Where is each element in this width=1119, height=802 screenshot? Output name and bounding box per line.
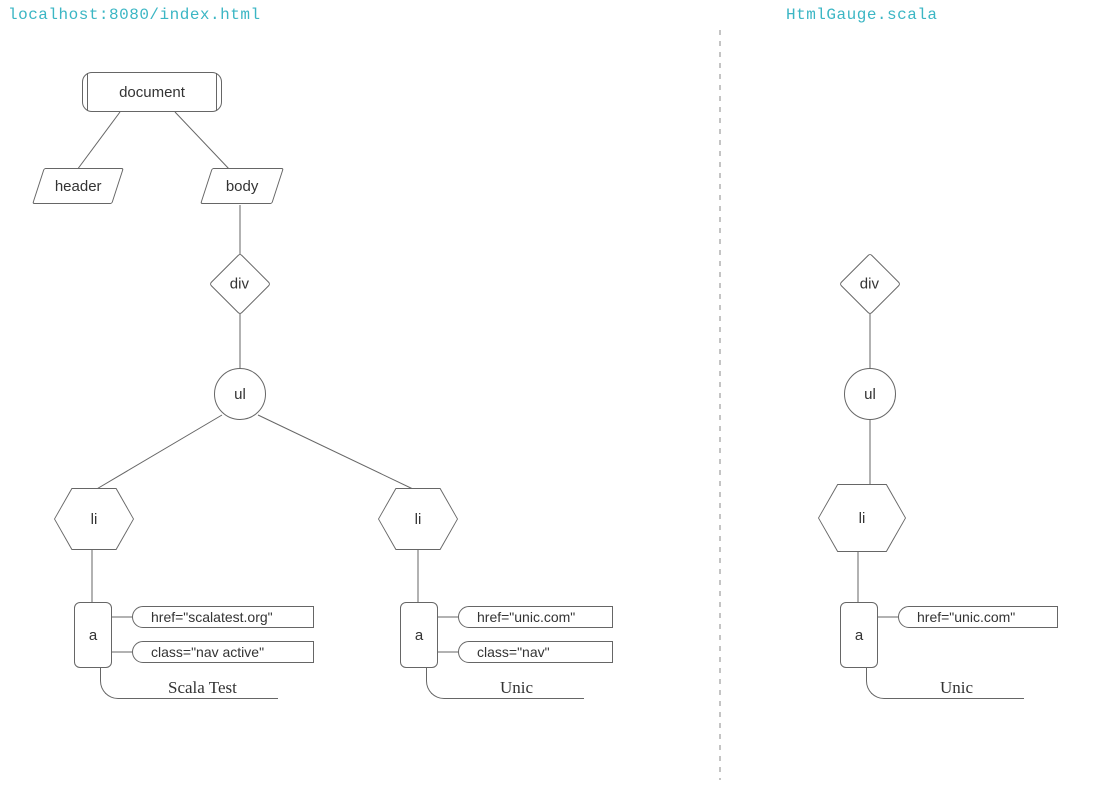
node-a-right-label: a (855, 627, 863, 644)
node-document: document (82, 72, 222, 112)
underline-a1 (128, 698, 278, 699)
node-div-right: div (839, 253, 901, 315)
node-document-label: document (119, 84, 185, 101)
node-header-label: header (55, 178, 102, 195)
text-a1: Scala Test (168, 678, 237, 698)
node-a1: a (74, 602, 112, 668)
underline-a-right (894, 698, 1024, 699)
node-body: body (200, 168, 284, 204)
attr-a2-href-text: href="unic.com" (477, 609, 575, 625)
node-li-right: li (818, 484, 906, 552)
curve-a1 (100, 668, 131, 699)
node-div-left: div (209, 253, 271, 315)
node-li1: li (54, 488, 134, 550)
node-ul-right-label: ul (864, 386, 876, 403)
diagram: localhost:8080/index.html HtmlGauge.scal… (0, 0, 1119, 802)
text-a2: Unic (500, 678, 533, 698)
attr-a-right-href-text: href="unic.com" (917, 609, 1015, 625)
node-header: header (32, 168, 124, 204)
curve-a2 (426, 668, 457, 699)
attr-a1-class: class="nav active" (132, 641, 314, 663)
node-li2-label: li (415, 511, 422, 528)
node-ul-left: ul (214, 368, 266, 420)
node-a2: a (400, 602, 438, 668)
text-a-right: Unic (940, 678, 973, 698)
attr-a1-class-text: class="nav active" (151, 644, 264, 660)
node-li2: li (378, 488, 458, 550)
node-a-right: a (840, 602, 878, 668)
attr-a2-class-text: class="nav" (477, 644, 550, 660)
attr-a2-class: class="nav" (458, 641, 613, 663)
attr-a-right-href: href="unic.com" (898, 606, 1058, 628)
right-title: HtmlGauge.scala (786, 6, 938, 24)
node-ul-right: ul (844, 368, 896, 420)
attr-a1-href-text: href="scalatest.org" (151, 609, 273, 625)
node-div-left-label: div (230, 276, 249, 293)
curve-a-right (866, 668, 897, 699)
node-body-label: body (226, 178, 259, 195)
node-ul-left-label: ul (234, 386, 246, 403)
node-a2-label: a (415, 627, 423, 644)
underline-a2 (454, 698, 584, 699)
attr-a2-href: href="unic.com" (458, 606, 613, 628)
node-li-right-label: li (859, 510, 866, 527)
node-li1-label: li (91, 511, 98, 528)
attr-a1-href: href="scalatest.org" (132, 606, 314, 628)
node-div-right-label: div (860, 276, 879, 293)
node-a1-label: a (89, 627, 97, 644)
left-title: localhost:8080/index.html (8, 6, 261, 24)
